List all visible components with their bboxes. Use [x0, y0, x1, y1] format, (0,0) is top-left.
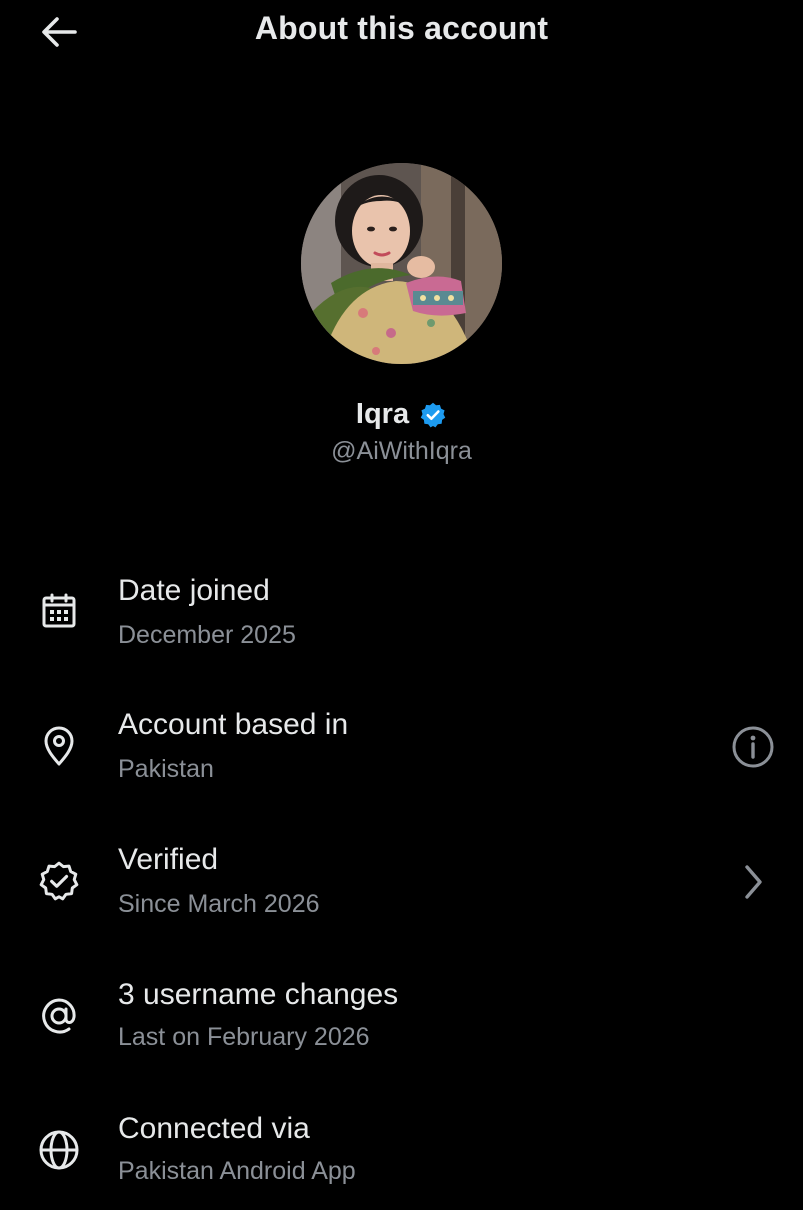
avatar-image	[301, 163, 502, 364]
username-changes-title: 3 username changes	[118, 978, 399, 1011]
date-joined-title: Date joined	[118, 574, 270, 607]
account-based-in-value: Pakistan	[118, 755, 214, 783]
avatar[interactable]	[301, 163, 502, 364]
location-pin-icon	[34, 721, 84, 771]
verified-row[interactable]: Verified Since March 2026	[0, 841, 803, 941]
profile-name-row: Iqra	[0, 398, 803, 431]
verified-title: Verified	[118, 843, 219, 876]
top-app-bar: About this account	[0, 0, 803, 62]
username-handle: @AiWithIqra	[331, 437, 472, 465]
page-title: About this account	[254, 10, 549, 46]
account-based-in-row: Account based in Pakistan	[0, 706, 803, 806]
verified-check-icon	[34, 856, 84, 906]
account-based-in-title: Account based in	[118, 708, 349, 741]
verified-badge-icon	[419, 401, 447, 429]
calendar-icon	[34, 587, 84, 637]
verified-value: Since March 2026	[118, 890, 320, 918]
verified-chevron-button[interactable]	[724, 853, 782, 911]
date-joined-row: Date joined December 2025	[0, 572, 803, 672]
username-changes-row: 3 username changes Last on February 2026	[0, 976, 803, 1076]
connected-via-row: Connected via Pakistan Android App	[0, 1110, 803, 1210]
connected-via-value: Pakistan Android App	[118, 1157, 356, 1185]
date-joined-value: December 2025	[118, 621, 296, 649]
globe-icon	[34, 1125, 84, 1175]
display-name: Iqra	[355, 398, 410, 430]
info-button[interactable]	[724, 718, 782, 776]
chevron-right-icon	[745, 865, 762, 899]
username-changes-value: Last on February 2026	[118, 1023, 370, 1051]
at-sign-icon	[34, 991, 84, 1041]
info-icon	[732, 726, 774, 768]
connected-via-title: Connected via	[118, 1112, 310, 1145]
